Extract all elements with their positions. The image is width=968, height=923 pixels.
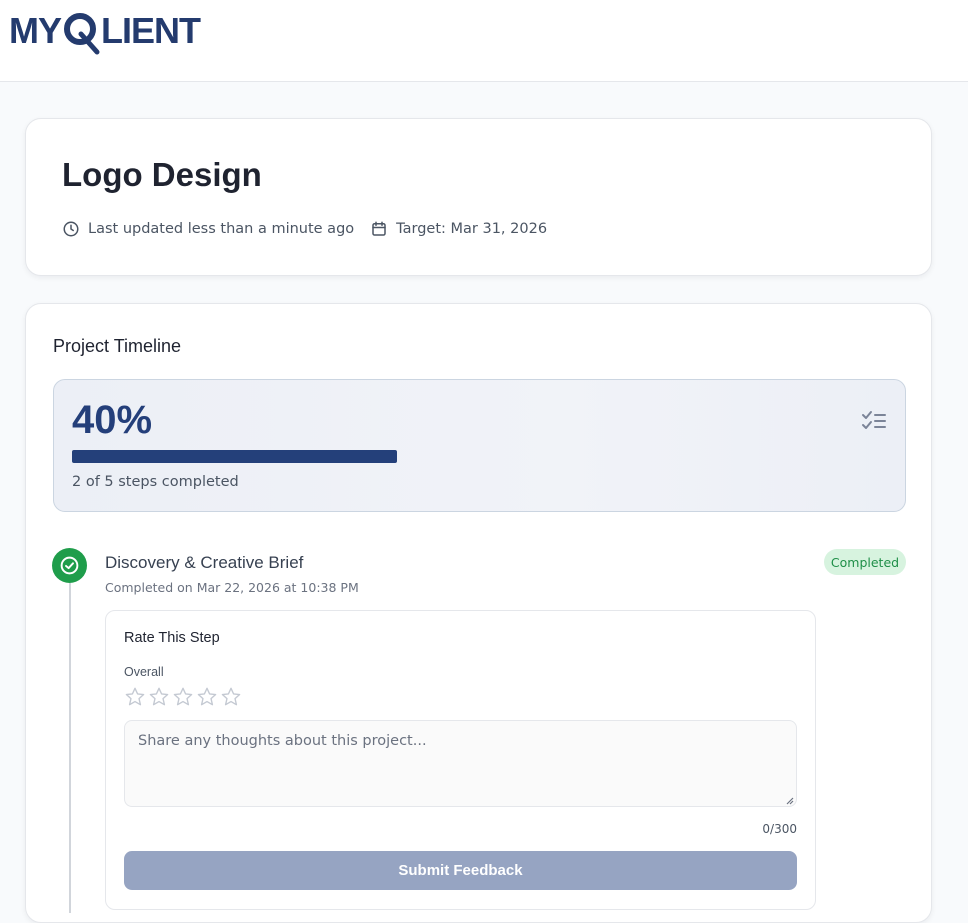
overall-label: Overall [124,665,164,679]
progress-bar [72,450,722,463]
progress-bar-fill [72,450,397,463]
last-updated: Last updated less than a minute ago [62,220,354,238]
rate-step-title: Rate This Step [124,630,220,646]
top-bar: MY LIENT [0,0,968,82]
logo-q-icon [61,6,101,56]
star-icon[interactable] [147,686,171,708]
myclient-logo[interactable]: MY LIENT [9,6,201,56]
page-title: Logo Design [62,156,262,193]
clock-icon [63,221,79,237]
steps-completed-text: 2 of 5 steps completed [72,474,239,490]
status-badge: Completed [824,549,906,575]
project-meta-row: Last updated less than a minute ago Targ… [62,220,547,238]
logo-text-right: LIENT [101,10,201,51]
star-icon[interactable] [171,686,195,708]
star-icon[interactable] [123,686,147,708]
resize-handle-icon[interactable] [786,797,794,805]
submit-feedback-button[interactable]: Submit Feedback [124,851,797,890]
char-count: 0/300 [762,822,797,836]
star-icon[interactable] [195,686,219,708]
rate-step-card: Rate This Step Overall 0/300 Submit Feed… [105,610,816,910]
checklist-icon [862,411,886,429]
progress-summary: 40% 2 of 5 steps completed [53,379,906,512]
feedback-textarea[interactable] [124,720,797,807]
timeline-card: Project Timeline 40% 2 of 5 steps comple… [25,303,932,923]
step-title: Discovery & Creative Brief [105,553,304,572]
progress-percent: 40% [72,398,153,442]
star-rating [123,686,243,708]
target-date: Target: Mar 31, 2026 [370,220,547,238]
check-circle-icon [52,548,87,583]
step-completed-date: Completed on Mar 22, 2026 at 10:38 PM [105,580,359,595]
timeline-connector [69,583,71,913]
project-header-card: Logo Design Last updated less than a min… [25,118,932,276]
timeline-title: Project Timeline [53,336,182,356]
logo-text-left: MY [9,10,62,51]
last-updated-text: Last updated less than a minute ago [88,221,355,237]
calendar-icon [372,221,386,236]
target-date-text: Target: Mar 31, 2026 [396,221,548,237]
star-icon[interactable] [219,686,243,708]
